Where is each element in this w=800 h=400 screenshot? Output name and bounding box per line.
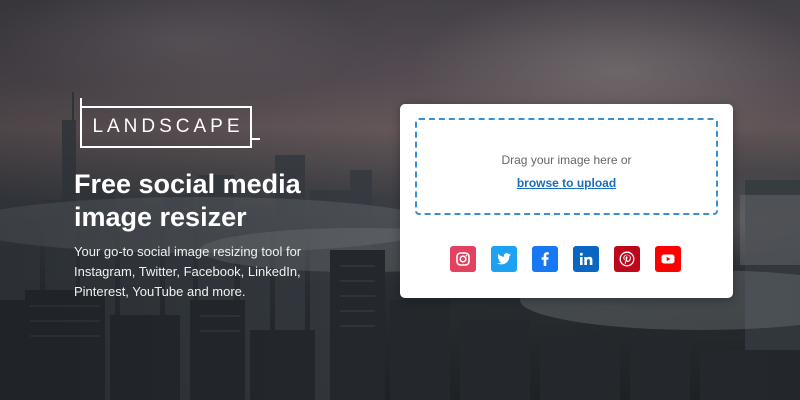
dropzone-instructions: Drag your image here or <box>501 153 632 167</box>
facebook-icon <box>541 252 549 266</box>
youtube-icon <box>661 254 675 264</box>
logo-text: LANDSCAPE <box>92 116 244 137</box>
logo-corner-mark <box>250 138 260 140</box>
linkedin-icon <box>579 252 593 265</box>
browse-to-upload-link[interactable]: browse to upload <box>417 176 716 190</box>
twitter-button[interactable] <box>491 246 517 272</box>
social-platform-list <box>450 246 681 272</box>
facebook-button[interactable] <box>532 246 558 272</box>
page-title: Free social media image resizer <box>74 169 301 232</box>
youtube-button[interactable] <box>655 246 681 272</box>
twitter-icon <box>497 253 511 265</box>
logo-corner-mark <box>80 98 82 108</box>
upload-card: Drag your image here or browse to upload <box>400 104 733 298</box>
page-subtitle: Your go-to social image resizing tool fo… <box>74 244 302 299</box>
instagram-icon <box>456 252 470 266</box>
landscape-logo[interactable]: LANDSCAPE <box>80 98 260 148</box>
pinterest-button[interactable] <box>614 246 640 272</box>
instagram-button[interactable] <box>450 246 476 272</box>
pinterest-icon <box>619 251 635 267</box>
image-dropzone[interactable]: Drag your image here or browse to upload <box>415 118 718 215</box>
linkedin-button[interactable] <box>573 246 599 272</box>
landing-page: LANDSCAPE Free social media image resize… <box>0 0 800 400</box>
